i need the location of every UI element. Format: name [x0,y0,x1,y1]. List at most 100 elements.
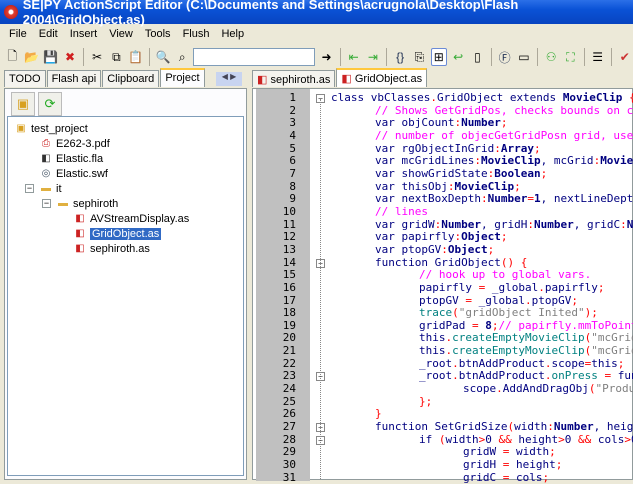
find-next-icon[interactable]: ➜ [318,48,334,66]
tab-sephiroth-as[interactable]: ◧ sephiroth.as [252,70,336,87]
separator [339,48,341,66]
replace-icon[interactable]: ⌕ [174,48,190,66]
tree-item[interactable]: ◧ Elastic.fla [39,151,103,166]
fold-toggle[interactable]: − [316,94,325,103]
code-token: . [538,280,545,294]
word-wrap-icon[interactable]: ↩ [450,48,466,66]
tab-scroll-arrows[interactable]: ◀ ▶ [216,72,242,86]
separator [83,48,85,66]
check-icon[interactable]: ✔ [617,48,633,66]
menu-view[interactable]: View [103,28,139,40]
goto-icon[interactable]: ⎘ [411,48,427,66]
code-token: , nextLineDepth [540,192,633,206]
tree-item[interactable]: ◧ sephiroth.as [73,241,150,256]
code-token: ; [533,141,541,155]
close-file-icon[interactable]: ✖ [62,48,78,66]
code-token: Number [553,420,594,434]
fullscreen-icon[interactable]: ⛶ [562,48,578,66]
code-token: : [441,242,448,256]
code-token: = [597,369,618,383]
tree-item[interactable]: ⎙ E262-3.pdf [39,136,110,151]
separator [386,48,387,66]
menu-file[interactable]: File [3,28,33,40]
code-token: // papirfly.mmToPoint( [498,318,633,332]
code-token: _global [471,293,525,307]
code-token: : [474,154,481,168]
tab-clipboard[interactable]: Clipboard [102,70,160,87]
code-token: . [524,293,532,307]
copy-icon[interactable]: ⧉ [108,48,124,66]
indent-icon[interactable]: ⇥ [365,48,381,66]
code-token: btnAddProduct [458,356,545,370]
menu-tools[interactable]: Tools [139,28,177,40]
code-token: 1 [533,192,541,206]
menu-help[interactable]: Help [215,28,250,40]
refresh-button[interactable]: ⟳ [38,92,62,116]
outdent-icon[interactable]: ⇤ [346,48,362,66]
tree-item[interactable]: ◧ AVStreamDisplay.as [73,211,189,226]
code-token: width [514,420,548,434]
code-token: createEmptyMovieClip [452,344,585,358]
code-token: Number [441,217,481,231]
line-number: 18 [282,306,296,320]
collapse-toggle[interactable]: − [25,184,34,193]
code-token: : [480,192,488,206]
as-file-icon: ◧ [341,73,355,85]
fold-toggle[interactable]: − [316,258,325,268]
tree-item-label: Elastic.fla [56,152,104,165]
fold-toggle[interactable]: − [316,435,325,445]
code-token: ); [584,306,598,320]
project-icon: ▣ [16,96,30,111]
code-token: // Shows GetGridPos, checks bounds on co… [375,103,633,117]
document-icon[interactable]: ▯ [469,48,485,66]
code-token: . [452,356,459,370]
search-input[interactable] [193,48,316,66]
tree-item[interactable]: ▬ it [39,181,62,196]
fold-toggle[interactable]: − [316,423,325,433]
save-icon[interactable]: 💾 [43,48,59,66]
code-token: cols [509,470,543,484]
code-area[interactable]: 1− class vbClasses.GridObject extends Mov… [253,91,633,484]
tree-item[interactable]: ◧ GridObject.as [73,226,162,241]
console-icon[interactable]: ▭ [516,48,532,66]
tab-flash-api[interactable]: Flash api [46,70,102,87]
list-icon[interactable]: ☰ [589,48,605,66]
tab-todo[interactable]: TODO [4,70,46,87]
new-file-icon[interactable]: 🗋 [4,48,20,66]
fold-icon[interactable]: ⊞ [430,48,448,66]
code-token: btnAddProduct [458,369,545,383]
menu-edit[interactable]: Edit [33,28,64,40]
open-file-icon[interactable]: 📂 [23,48,39,66]
separator [610,48,612,66]
code-token: }; [419,394,433,408]
code-token: this [419,344,446,358]
tree-item[interactable]: ▣ test_project [14,121,88,136]
code-editor[interactable]: 1− class vbClasses.GridObject extends Mov… [252,88,633,484]
code-token: Number [533,217,574,231]
separator [583,48,585,66]
code-token: ; [597,280,605,294]
users-icon[interactable]: ⚇ [543,48,559,66]
menu-insert[interactable]: Insert [64,28,104,40]
tree-item[interactable]: ▬ sephiroth [56,196,118,211]
cut-icon[interactable]: ✂ [89,48,105,66]
collapse-toggle[interactable]: − [42,199,51,208]
code-token: > [558,432,565,446]
flash-icon[interactable]: Ⓕ [497,48,513,66]
tree-item[interactable]: ◎ Elastic.swf [39,166,108,181]
fold-toggle[interactable]: − [316,372,325,382]
code-token: 8 [478,318,492,332]
code-token: var papirfly [375,230,455,244]
paste-icon[interactable]: 📋 [128,48,144,66]
menu-flush[interactable]: Flush [177,28,216,40]
code-token: Object [447,242,488,256]
tab-gridobject-as[interactable]: ◧ GridObject.as [336,68,428,87]
braces-icon[interactable]: {} [392,48,408,66]
code-token: , gridC [573,217,621,231]
code-token: var showGridState [375,166,488,180]
separator [537,48,538,66]
code-token: func [617,369,633,383]
project-settings-button[interactable]: ▣ [11,92,35,116]
find-icon[interactable]: 🔍 [155,48,171,66]
tab-project[interactable]: Project [160,68,205,87]
